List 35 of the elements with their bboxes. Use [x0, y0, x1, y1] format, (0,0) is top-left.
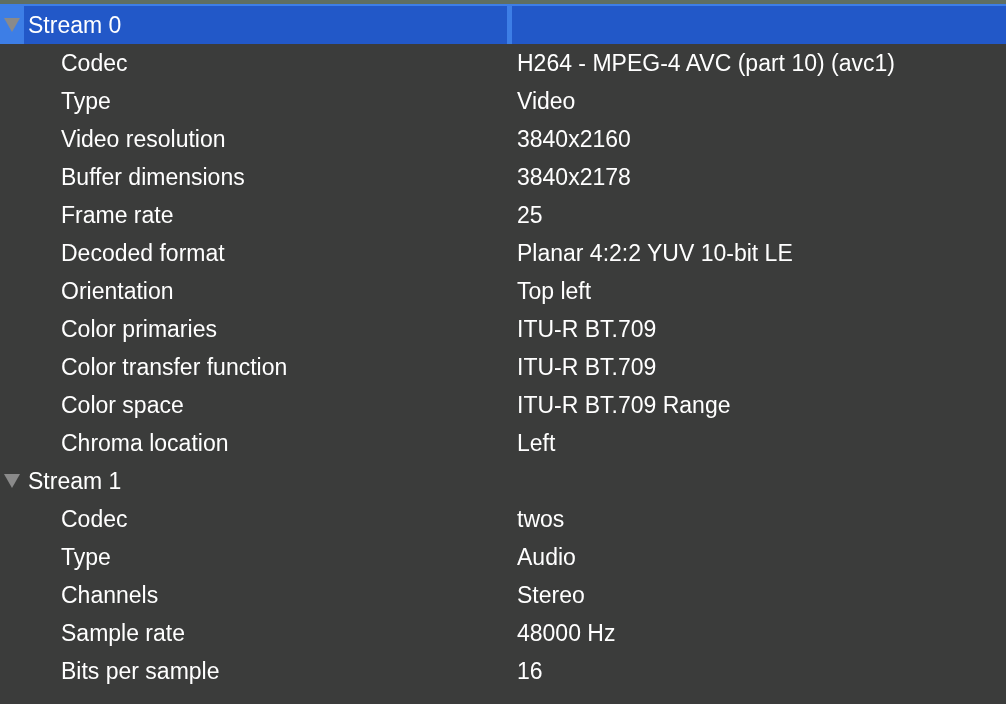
property-name: Color space	[60, 390, 185, 420]
property-name: Codec	[60, 48, 129, 78]
property-name: Type	[60, 86, 112, 116]
property-name: Buffer dimensions	[60, 162, 246, 192]
property-value: H264 - MPEG-4 AVC (part 10) (avc1)	[517, 48, 895, 78]
property-name: Chroma location	[60, 428, 230, 458]
property-value: Planar 4:2:2 YUV 10-bit LE	[517, 238, 793, 268]
property-value: 3840x2178	[517, 162, 631, 192]
property-value: twos	[517, 504, 565, 534]
stream-row[interactable]: Stream 0	[0, 6, 1006, 44]
property-name: Decoded format	[60, 238, 226, 268]
property-name: Bits per sample	[60, 656, 221, 686]
property-name: Type	[60, 542, 112, 572]
property-name: Video resolution	[60, 124, 227, 154]
stream-row[interactable]: Stream 1	[0, 462, 1006, 500]
property-value: Video	[517, 86, 576, 116]
property-value: Stereo	[517, 580, 585, 610]
property-name: Sample rate	[60, 618, 186, 648]
property-value: 48000 Hz	[517, 618, 616, 648]
property-value: Top left	[517, 276, 592, 306]
property-value: 3840x2160	[517, 124, 631, 154]
property-name: Color transfer function	[60, 352, 289, 382]
property-name: Color primaries	[60, 314, 218, 344]
property-value: 25	[517, 200, 543, 230]
property-name: Frame rate	[60, 200, 175, 230]
property-value: ITU-R BT.709	[517, 352, 657, 382]
property-name: Channels	[60, 580, 160, 610]
property-value: Left	[517, 428, 556, 458]
property-value: ITU-R BT.709	[517, 314, 657, 344]
property-name: Orientation	[60, 276, 175, 306]
expanded-triangle-icon[interactable]	[4, 474, 20, 488]
property-value: Audio	[517, 542, 576, 572]
property-value: ITU-R BT.709 Range	[517, 390, 731, 420]
property-name: Codec	[60, 504, 129, 534]
property-value: 16	[517, 656, 543, 686]
